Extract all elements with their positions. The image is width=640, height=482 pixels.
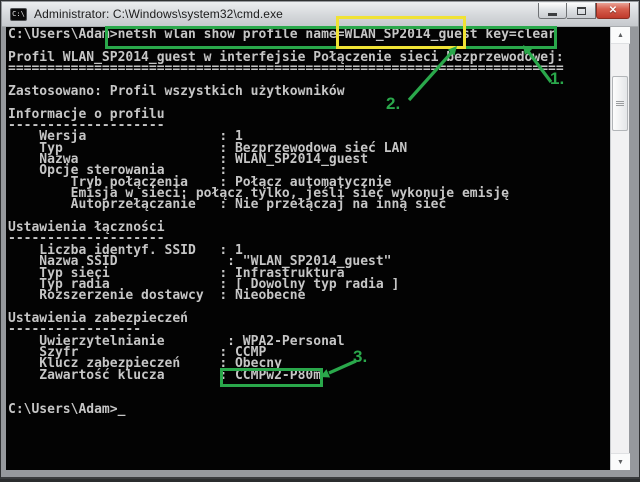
cmd-icon: C:\ [10, 8, 27, 21]
scroll-up-icon: ▲ [617, 32, 624, 39]
window-controls: ✕ [538, 3, 630, 19]
close-button[interactable]: ✕ [596, 3, 630, 19]
annotation-box-password [220, 368, 323, 387]
vertical-scrollbar[interactable]: ▲ ▼ [610, 27, 629, 470]
annotation-label-1: 1. [550, 69, 564, 89]
maximize-icon [577, 7, 586, 15]
console-text: C:\Users\Adam>netsh wlan show profile na… [8, 29, 564, 415]
annotation-box-command [105, 26, 557, 49]
annotation-box-profile-name [336, 16, 466, 49]
close-icon: ✕ [609, 4, 617, 18]
scroll-down-button[interactable]: ▼ [611, 453, 630, 470]
titlebar[interactable]: C:\ Administrator: C:\Windows\system32\c… [2, 2, 638, 27]
window-title: Administrator: C:\Windows\system32\cmd.e… [34, 7, 283, 21]
minimize-icon [548, 13, 557, 16]
cmd-window: C:\ Administrator: C:\Windows\system32\c… [0, 0, 640, 479]
annotation-label-3: 3. [353, 347, 367, 367]
console-output-area[interactable]: C:\Users\Adam>netsh wlan show profile na… [6, 27, 611, 470]
maximize-button[interactable] [567, 3, 596, 19]
annotation-label-2: 2. [386, 94, 400, 114]
scrollbar-thumb[interactable] [612, 76, 628, 131]
scroll-up-button[interactable]: ▲ [611, 27, 630, 44]
scroll-down-icon: ▼ [617, 459, 624, 466]
minimize-button[interactable] [538, 3, 567, 19]
thumb-grip-icon [616, 101, 624, 106]
